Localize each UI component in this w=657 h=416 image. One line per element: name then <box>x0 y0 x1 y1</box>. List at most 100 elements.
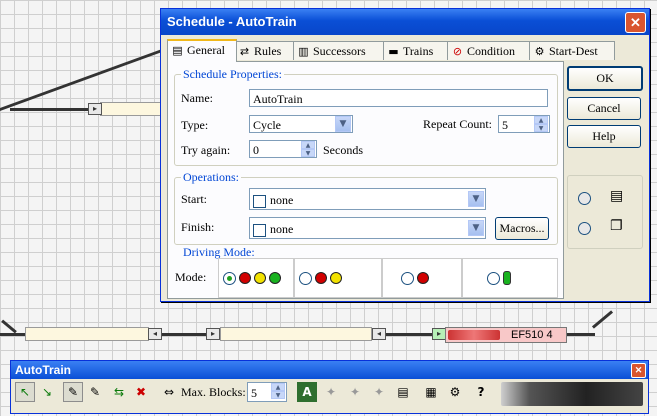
max-blocks-spin[interactable]: ▲ ▼ <box>271 383 285 399</box>
view-radio-cards[interactable] <box>578 221 591 235</box>
red-light-icon <box>315 272 327 285</box>
general-icon: ▤ <box>172 44 183 57</box>
tab-start-dest[interactable]: ⚙ Start-Dest <box>529 41 615 60</box>
macros-button[interactable]: Macros... <box>495 217 549 240</box>
cancel-button[interactable]: Cancel <box>567 97 641 120</box>
schedule-edit-icon[interactable]: ▤ <box>393 382 413 402</box>
red-light-icon <box>239 272 251 285</box>
name-label: Name: <box>181 91 213 105</box>
repeat-count-stepper[interactable]: 5 ▲ ▼ <box>498 115 550 133</box>
try-again-spin[interactable]: ▲ ▼ <box>301 141 315 157</box>
mode-radio-1[interactable] <box>223 271 236 285</box>
track-left-curve <box>1 319 17 334</box>
signal-upper[interactable]: ▸ <box>88 103 102 115</box>
help-icon[interactable]: ? <box>471 382 491 402</box>
tab-successors[interactable]: ▥ Successors <box>293 41 387 60</box>
signal-lower-1[interactable]: ◂ <box>148 328 162 340</box>
tab-start-dest-label: Start-Dest <box>549 44 598 58</box>
try-again-stepper[interactable]: 0 ▲ ▼ <box>249 140 317 158</box>
signal-lower-4[interactable]: ▸ <box>432 328 446 340</box>
tab-condition-label: Condition <box>467 44 516 58</box>
trains-icon: ▬ <box>388 45 399 58</box>
view-radio-list[interactable] <box>578 191 591 205</box>
disabled-tool-icon[interactable]: ✦ <box>321 382 341 402</box>
try-again-label: Try again: <box>181 143 231 157</box>
spin-up-icon[interactable]: ▲ <box>301 141 315 149</box>
successors-icon: ▥ <box>298 45 309 58</box>
group-icon[interactable]: ⚙ <box>445 382 465 402</box>
block-upper[interactable] <box>100 102 162 116</box>
steam-locomotive-icon <box>501 382 643 406</box>
schedule-properties-group: Schedule Properties: Name: AutoTrain Typ… <box>174 67 558 166</box>
dialog-close-button[interactable]: ✕ <box>625 12 646 33</box>
operations-legend: Operations: <box>181 170 241 185</box>
repeat-count-label: Repeat Count: <box>423 117 492 131</box>
yellow-light-icon <box>254 272 266 285</box>
locomotive-block[interactable]: EF510 4 <box>445 327 567 343</box>
edit-dest-icon[interactable]: ✎ <box>85 382 105 402</box>
toolbar-close-button[interactable]: ✕ <box>631 363 646 378</box>
finish-color-swatch <box>253 223 266 237</box>
disabled-tool-icon-3[interactable]: ✦ <box>369 382 389 402</box>
tab-trains-label: Trains <box>403 44 434 58</box>
toolbar-titlebar[interactable]: AutoTrain ✕ <box>11 361 648 379</box>
max-blocks-stepper[interactable]: 5 ▲ ▼ <box>247 382 287 402</box>
spin-down-icon[interactable]: ▼ <box>301 149 315 157</box>
tab-successors-label: Successors <box>313 44 366 58</box>
tab-condition[interactable]: ⊘ Condition <box>447 41 533 60</box>
tab-general[interactable]: ▤ General <box>167 39 237 62</box>
spin-up-icon[interactable]: ▲ <box>271 383 285 391</box>
mode-radio-2[interactable] <box>299 271 312 285</box>
block-lower-1[interactable] <box>25 327 149 341</box>
tab-trains[interactable]: ▬ Trains <box>383 41 451 60</box>
mode-option-ry[interactable] <box>294 258 382 298</box>
auto-mode-icon[interactable]: A <box>297 382 317 402</box>
spin-down-icon[interactable]: ▼ <box>534 124 548 132</box>
type-select[interactable]: Cycle ▼ <box>249 115 353 133</box>
select-arrow-icon[interactable]: ↖ <box>15 382 35 402</box>
disconnect-blocks-icon[interactable]: ✖ <box>131 382 151 402</box>
max-blocks-label: Max. Blocks: <box>181 385 246 399</box>
repeat-count-value: 5 <box>502 118 508 132</box>
chevron-down-icon[interactable]: ▼ <box>468 220 484 236</box>
dialog-titlebar[interactable]: Schedule - AutoTrain ✕ <box>161 9 649 35</box>
tab-rules-label: Rules <box>254 44 282 58</box>
start-select[interactable]: none ▼ <box>249 188 486 210</box>
name-input[interactable]: AutoTrain <box>249 89 548 107</box>
help-button[interactable]: Help <box>567 125 641 148</box>
finish-select[interactable]: none ▼ <box>249 217 486 239</box>
ok-button[interactable]: OK <box>567 66 643 91</box>
repeat-count-spin[interactable]: ▲ ▼ <box>534 116 548 132</box>
signal-lower-3[interactable]: ◂ <box>372 328 386 340</box>
spin-up-icon[interactable]: ▲ <box>534 116 548 124</box>
autotrain-toolbar: AutoTrain ✕ ↖ ↘ ✎ ✎ ⇆ ✖ ⇔ Max. Blocks: 5… <box>10 360 649 414</box>
yellow-light-icon <box>330 272 342 285</box>
seconds-label: Seconds <box>323 143 363 157</box>
mode-radio-4[interactable] <box>487 271 500 285</box>
dialog-title: Schedule - AutoTrain <box>167 14 297 29</box>
spin-down-icon[interactable]: ▼ <box>271 391 285 399</box>
mode-radio-3[interactable] <box>401 271 414 285</box>
tab-rules[interactable]: ⇄ Rules <box>234 41 297 60</box>
max-blocks-value: 5 <box>251 386 257 400</box>
arrow-down-right-icon[interactable]: ↘ <box>37 382 57 402</box>
schedule-properties-legend: Schedule Properties: <box>181 67 284 82</box>
properties-icon[interactable]: ▦ <box>421 382 441 402</box>
disabled-tool-icon-2[interactable]: ✦ <box>345 382 365 402</box>
mode-option-ryg[interactable] <box>218 258 294 298</box>
operations-group: Operations: Start: none ▼ Finish: none ▼… <box>174 170 558 245</box>
chevron-down-icon[interactable]: ▼ <box>468 191 484 207</box>
schedule-dialog: Schedule - AutoTrain ✕ ▤ General ⇄ Rules ▥… <box>160 8 650 302</box>
signal-lower-2[interactable]: ▸ <box>206 328 220 340</box>
mode-option-r[interactable] <box>382 258 462 298</box>
edit-start-icon[interactable]: ✎ <box>63 382 83 402</box>
general-panel: Schedule Properties: Name: AutoTrain Typ… <box>167 61 564 299</box>
finish-label: Finish: <box>181 220 215 234</box>
type-label: Type: <box>181 118 209 132</box>
start-value: none <box>270 193 294 207</box>
mode-option-shunt[interactable] <box>462 258 558 298</box>
mode-label: Mode: <box>175 270 207 284</box>
block-lower-2[interactable] <box>220 327 372 341</box>
chevron-down-icon[interactable]: ▼ <box>335 116 351 132</box>
connect-blocks-icon[interactable]: ⇆ <box>109 382 129 402</box>
